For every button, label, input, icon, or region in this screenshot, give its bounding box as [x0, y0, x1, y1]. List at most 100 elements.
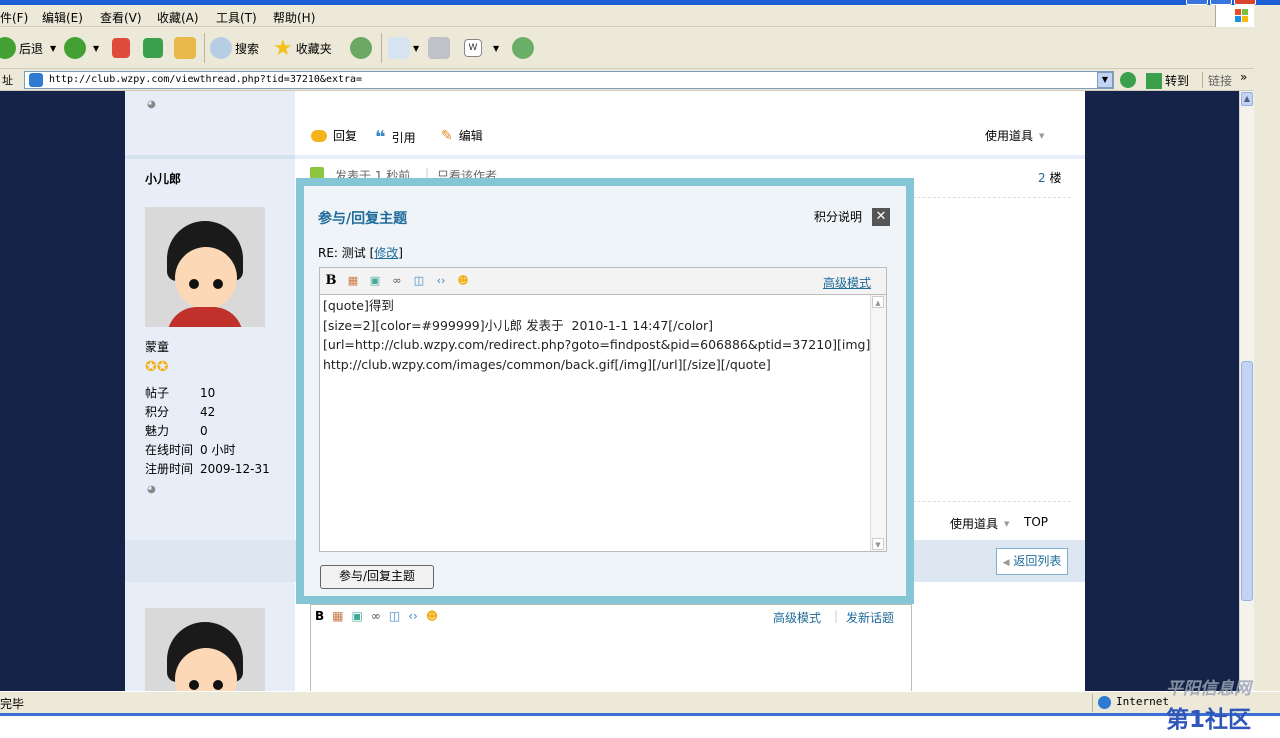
chevron-right-icon[interactable]: »: [1240, 70, 1247, 84]
messenger-button[interactable]: [512, 35, 534, 61]
avatar-eye: [213, 680, 223, 690]
menu-file[interactable]: 件(F): [0, 9, 28, 26]
messenger-icon: [512, 37, 534, 59]
menu-bar: 件(F) 编辑(E) 查看(V) 收藏(A) 工具(T) 帮助(H): [0, 5, 1254, 27]
page-scrollbar[interactable]: ▲: [1239, 91, 1254, 691]
stat-value: 10: [200, 386, 216, 400]
status-bar: 完毕 Internet: [0, 691, 1280, 713]
avatar-eye: [189, 680, 199, 690]
back-button[interactable]: 后退 ▼: [0, 35, 56, 61]
submit-reply-button[interactable]: 参与/回复主题: [320, 565, 434, 589]
stat-row: 魅力 0: [145, 422, 270, 441]
user-stats: 帖子 10 积分 42 魅力 0 在线时间 0 小时 注册时间 2009-12-31: [145, 384, 270, 479]
mail-button[interactable]: ▼: [388, 35, 419, 61]
avatar[interactable]: [145, 207, 265, 327]
dropdown-arrow-icon[interactable]: ▼: [493, 44, 499, 53]
dropdown-arrow-icon[interactable]: ▼: [413, 44, 419, 53]
go-button[interactable]: 转到: [1146, 72, 1189, 89]
modify-subject-link[interactable]: 修改: [374, 246, 398, 260]
back-label: 后退: [19, 41, 44, 56]
points-help-link[interactable]: 积分说明: [814, 208, 862, 225]
close-icon[interactable]: ✕: [872, 208, 890, 226]
textarea-scrollbar[interactable]: ▲ ▼: [870, 295, 886, 551]
home-icon: [174, 37, 196, 59]
refresh-button[interactable]: [143, 35, 163, 61]
address-input[interactable]: http://club.wzpy.com/viewthread.php?tid=…: [24, 71, 1114, 89]
dropdown-arrow-icon[interactable]: ▼: [50, 44, 56, 53]
print-button[interactable]: [428, 35, 450, 61]
stat-value: 0 小时: [200, 443, 236, 457]
menu-edit[interactable]: 编辑(E): [42, 9, 83, 26]
color-icon[interactable]: ▦: [332, 609, 343, 623]
reply-action[interactable]: 回复: [311, 127, 357, 144]
rank-stars-icon: ✪✪: [145, 359, 169, 375]
history-button[interactable]: [350, 35, 372, 61]
stat-row: 帖子 10: [145, 384, 270, 403]
smiley-icon[interactable]: ☻: [426, 609, 439, 623]
menu-tools[interactable]: 工具(T): [216, 9, 257, 26]
status-separator: [1092, 694, 1093, 712]
floor-unit: 楼: [1049, 171, 1062, 185]
favorites-button[interactable]: ★ 收藏夹: [273, 35, 332, 61]
refresh-icon: [143, 38, 163, 58]
reply-dialog: 参与/回复主题 积分说明 ✕ RE: 测试 [修改] B ▦ ▣ ∞ ◫ ‹› …: [296, 178, 914, 604]
back-to-list-button[interactable]: ◀ 返回列表: [996, 548, 1068, 575]
image-icon[interactable]: ▣: [352, 609, 363, 623]
top-link[interactable]: TOP: [1024, 515, 1048, 529]
stat-row: 在线时间 0 小时: [145, 441, 270, 460]
menu-help[interactable]: 帮助(H): [273, 9, 315, 26]
bold-icon[interactable]: B: [324, 274, 338, 288]
address-dropdown-icon[interactable]: ▼: [1097, 72, 1113, 88]
link-icon[interactable]: ∞: [371, 609, 381, 623]
use-tools-menu[interactable]: 使用道具 ▼: [950, 515, 1009, 532]
quote-label: 引用: [391, 131, 416, 145]
stop-button[interactable]: [112, 35, 130, 61]
home-button[interactable]: [174, 35, 196, 61]
advanced-mode-link[interactable]: 高级模式: [823, 274, 871, 291]
scroll-thumb[interactable]: [1241, 361, 1253, 601]
quote-bubble-icon[interactable]: ◫: [389, 609, 400, 623]
scroll-up-icon[interactable]: ▲: [872, 296, 884, 308]
post-username[interactable]: 小儿郎: [145, 170, 181, 187]
edit-word-button[interactable]: W ▼: [464, 35, 499, 61]
image-icon[interactable]: ▣: [368, 274, 382, 288]
scroll-up-icon[interactable]: ▲: [1241, 92, 1253, 106]
chevron-down-icon: ▼: [1004, 519, 1010, 528]
advanced-mode-link[interactable]: 高级模式: [773, 609, 821, 626]
quote-icon: ❝: [375, 127, 386, 148]
reply-textarea[interactable]: [quote]得到 [size=2][color=#999999]小儿郎 发表于…: [319, 294, 887, 552]
address-url: http://club.wzpy.com/viewthread.php?tid=…: [49, 74, 363, 85]
link-icon[interactable]: ∞: [390, 274, 404, 288]
post-divider: [125, 155, 295, 159]
avatar[interactable]: [145, 608, 265, 691]
menu-view[interactable]: 查看(V): [100, 9, 142, 26]
taskbar-edge: [0, 713, 1280, 716]
menu-favorites[interactable]: 收藏(A): [157, 9, 199, 26]
floor-number: 2 楼: [1038, 169, 1061, 186]
floor-number-value: 2: [1038, 171, 1046, 185]
stat-row: 注册时间 2009-12-31: [145, 460, 270, 479]
use-tools-menu[interactable]: 使用道具 ▼: [985, 127, 1044, 144]
chevron-down-icon: ▼: [1039, 131, 1045, 140]
color-icon[interactable]: ▦: [346, 274, 360, 288]
forward-button[interactable]: ▼: [64, 35, 99, 61]
new-topic-link[interactable]: 发新话题: [846, 609, 894, 626]
quote-bubble-icon[interactable]: ◫: [412, 274, 426, 288]
reply-subject: RE: 测试 [修改]: [318, 246, 403, 260]
pencil-icon: ✎: [441, 127, 453, 144]
search-button[interactable]: 搜索: [210, 35, 259, 61]
smiley-icon[interactable]: ☻: [456, 274, 470, 288]
avatar-eye: [213, 279, 223, 289]
go-label: 转到: [1165, 74, 1190, 88]
use-tools-label: 使用道具: [985, 129, 1034, 143]
bold-icon[interactable]: B: [315, 609, 324, 623]
code-icon[interactable]: ‹›: [408, 609, 418, 623]
dropdown-arrow-icon[interactable]: ▼: [93, 44, 99, 53]
links-button[interactable]: 链接: [1208, 72, 1232, 89]
scroll-down-icon[interactable]: ▼: [872, 538, 884, 550]
code-icon[interactable]: ‹›: [434, 274, 448, 288]
watermark-line1: 平阳信息网: [1166, 679, 1251, 699]
reply-label: 回复: [333, 129, 358, 143]
quote-action[interactable]: ❝ 引用: [375, 127, 416, 148]
edit-action[interactable]: ✎ 编辑: [441, 127, 483, 144]
